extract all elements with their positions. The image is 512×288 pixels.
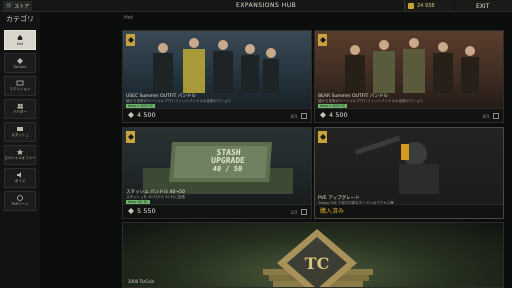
tarcoin-stack-image: TC xyxy=(263,229,373,287)
card-price-value: 5 550 xyxy=(137,207,156,215)
hot-badge-icon xyxy=(127,134,134,140)
top-bar: 🛒 ストア EXPANSIONS HUB 24 938 EXIT xyxy=(0,0,512,12)
card-footer: 5 550 1/3 xyxy=(123,204,311,218)
stash-bundle-card[interactable]: STASH UPGRADE 40 / 50 スタッシュ バンドル 40→50 ス… xyxy=(122,127,312,219)
filter-label: Hot xyxy=(124,15,133,21)
sidebar-item-tarcoin[interactable]: TarCoin xyxy=(4,53,36,73)
page-title: EXPANSIONS HUB xyxy=(236,2,297,9)
sidebar-heading: カテゴリ xyxy=(6,15,34,23)
card-price-value: 4 500 xyxy=(137,111,156,119)
card-price-value: 4 500 xyxy=(329,111,348,119)
purchased-status: 購入済み xyxy=(320,208,345,215)
cart-icon: 🛒 xyxy=(6,3,13,9)
card-item-count: 0/4 xyxy=(482,114,489,119)
sidebar-item-label: スペシャルオファー xyxy=(4,156,36,160)
crate-label-line: UPGRADE xyxy=(210,156,246,165)
hot-badge-icon xyxy=(319,134,326,140)
tarcoin-balance-value: 24 938 xyxy=(417,3,435,9)
coin-icon xyxy=(17,57,23,64)
crate-label: STASH UPGRADE 40 / 50 xyxy=(190,148,266,173)
tarcoin-icon xyxy=(128,208,134,214)
card-item-count: 1/3 xyxy=(290,210,297,215)
pve-upgrade-card[interactable]: PVE アップグレード Tarkov PvE で協力可能なモードへのアクセス権 … xyxy=(314,127,504,219)
sidebar-item-special-offer[interactable]: スペシャルオファー xyxy=(4,145,36,165)
tarcoin-icon xyxy=(128,112,134,118)
sidebar-item-label: アバター xyxy=(13,110,27,114)
tarcoin-pack-title: 2000 TarCoin xyxy=(128,279,155,284)
details-icon[interactable] xyxy=(301,113,307,119)
people-icon xyxy=(17,103,23,109)
box-icon xyxy=(16,80,24,86)
exit-button[interactable]: EXIT xyxy=(456,1,512,11)
details-icon[interactable] xyxy=(301,209,307,215)
sidebar-item-label: ボイス xyxy=(14,179,26,183)
sidebar-item-label: エディション xyxy=(9,87,31,91)
sidebar-item-stash[interactable]: スタッシュ xyxy=(4,122,36,142)
sidebar-item-label: スタッシュ xyxy=(11,133,29,137)
speaker-icon xyxy=(17,172,21,178)
sidebar-item-avatar[interactable]: アバター xyxy=(4,99,36,119)
crate-label-line: 40 / 50 xyxy=(212,165,243,173)
card-price: 4 500 xyxy=(320,111,348,119)
card-footer: 4 500 0/4 xyxy=(123,108,311,122)
store-tab[interactable]: 🛒 ストア xyxy=(3,1,33,11)
hot-badge-icon xyxy=(319,37,326,43)
tarcoin-icon xyxy=(320,112,326,118)
bear-outfit-bundle-card[interactable]: BEAR Summer OUTFIT バンドル 極から未来のソーシャルアウトフィ… xyxy=(314,30,504,123)
sidebar-item-label: PvEゾーン xyxy=(11,202,29,206)
hot-badge xyxy=(126,34,135,46)
sidebar-item-pve-zone[interactable]: PvEゾーン xyxy=(4,191,36,211)
details-icon[interactable] xyxy=(493,113,499,119)
tarcoin-logo: TC xyxy=(305,254,330,273)
store-tab-label: ストア xyxy=(14,3,30,10)
usec-outfit-bundle-card[interactable]: USEC Summer OUTFIT バンドル 極から未来のソーシャルアウトフィ… xyxy=(122,30,312,123)
zone-icon xyxy=(17,195,23,201)
card-footer: 4 500 0/4 xyxy=(315,108,503,122)
card-price: 5 550 xyxy=(128,207,156,215)
card-footer: 購入済み xyxy=(315,204,503,218)
tarcoin-pack-card[interactable]: TC xyxy=(122,222,504,288)
hot-badge-icon xyxy=(127,37,134,43)
flame-icon xyxy=(17,34,23,40)
hot-badge xyxy=(318,34,327,46)
sidebar-item-label: TarCoin xyxy=(13,64,27,69)
tarcoin-icon xyxy=(408,3,414,9)
tarcoin-balance: 24 938 xyxy=(404,1,452,11)
card-item-count: 0/4 xyxy=(290,114,297,119)
sidebar-item-hot[interactable]: Hot xyxy=(4,30,36,50)
hot-badge xyxy=(126,131,135,143)
sidebar-item-voice[interactable]: ボイス xyxy=(4,168,36,188)
star-icon xyxy=(16,149,24,155)
sidebar-item-edition[interactable]: エディション xyxy=(4,76,36,96)
hot-badge xyxy=(318,131,327,143)
sidebar-item-label: Hot xyxy=(16,41,24,46)
crate-icon xyxy=(17,127,23,131)
card-price: 4 500 xyxy=(128,111,156,119)
